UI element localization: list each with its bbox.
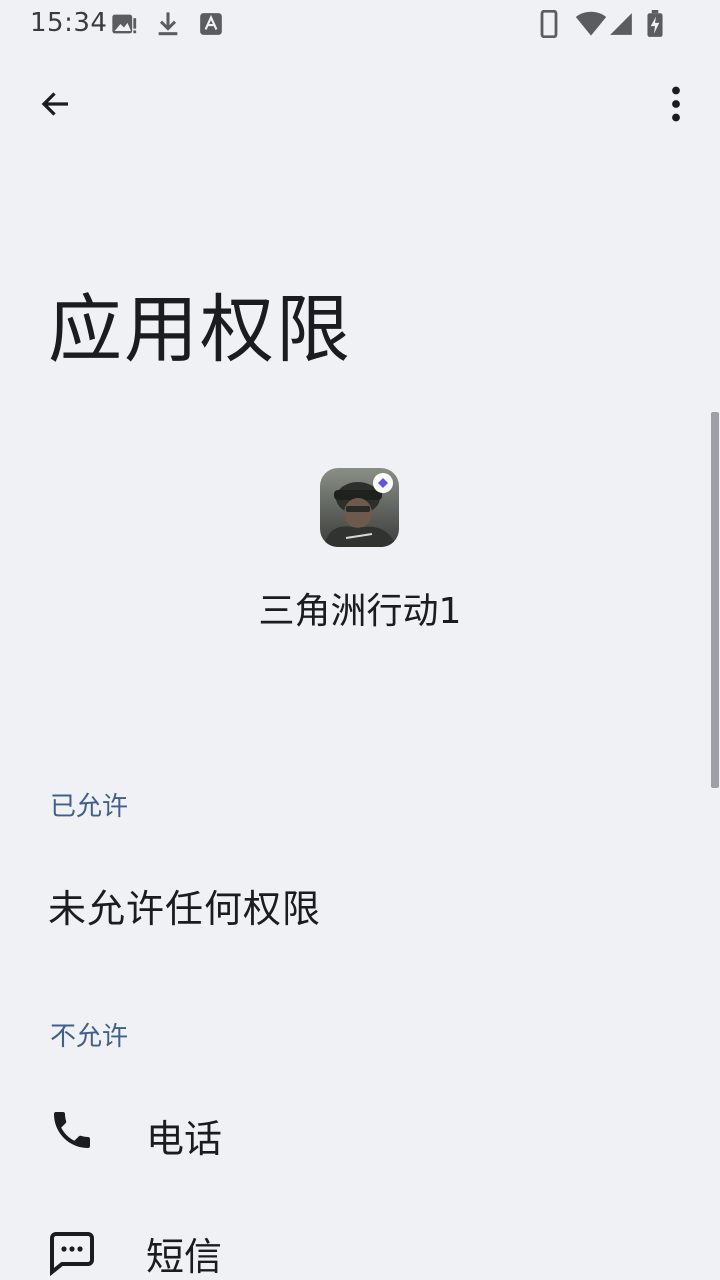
- allowed-empty-text: 未允许任何权限: [48, 887, 322, 931]
- soldier-app-icon: [320, 468, 399, 547]
- phone-outline-icon: [540, 10, 558, 38]
- app-permissions-screen: 15:34 应用权限 三角洲行动1 已允许 未允许任何权限 不允许 电话 短信: [0, 0, 720, 1280]
- denied-section-header: 不允许: [50, 1022, 129, 1052]
- more-options-button[interactable]: [652, 80, 700, 128]
- page-title: 应用权限: [48, 287, 352, 373]
- allowed-section-header: 已允许: [50, 792, 129, 822]
- status-bar: 15:34: [0, 0, 720, 48]
- more-vertical-icon: [672, 86, 680, 122]
- sms-icon: [50, 1232, 94, 1276]
- status-time: 15:34: [30, 8, 108, 38]
- permission-item-phone[interactable]: 电话: [0, 1076, 710, 1188]
- download-icon: [158, 12, 178, 36]
- wifi-icon: [575, 11, 607, 36]
- arrow-left-icon: [41, 92, 68, 116]
- back-button[interactable]: [22, 80, 90, 128]
- battery-charging-icon: [647, 10, 663, 37]
- text-a-icon: [200, 13, 222, 35]
- permission-label-phone: 电话: [146, 1117, 223, 1161]
- app-name: 三角洲行动1: [258, 591, 462, 632]
- permission-label-sms: 短信: [146, 1235, 223, 1279]
- phone-icon: [54, 1112, 90, 1148]
- scrollbar-thumb[interactable]: [711, 412, 719, 788]
- signal-icon: [610, 13, 632, 35]
- permission-item-sms[interactable]: 短信: [0, 1196, 710, 1280]
- gallery-alert-icon: [112, 14, 137, 34]
